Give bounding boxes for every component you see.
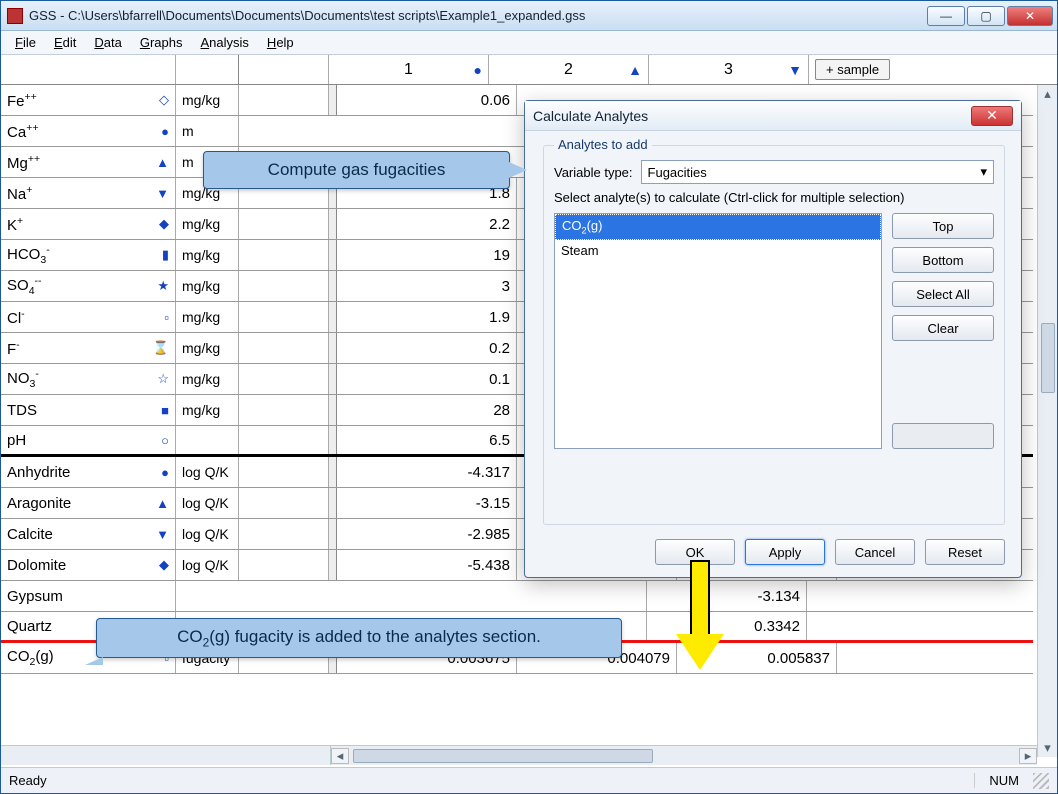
vertical-scrollbar[interactable]: ▴ ▾ (1037, 85, 1057, 757)
sample-sym-3: ▼ (788, 62, 802, 78)
status-num: NUM (974, 773, 1033, 788)
apply-button[interactable]: Apply (745, 539, 825, 565)
cancel-button[interactable]: Cancel (835, 539, 915, 565)
dialog-close-button[interactable]: ✕ (971, 106, 1013, 126)
row-name[interactable]: SO4--★ (1, 271, 176, 301)
sample-sym-2: ▲ (628, 62, 642, 78)
row-name[interactable]: Ca++● (1, 116, 176, 146)
bottom-button[interactable]: Bottom (892, 247, 994, 273)
callout-co2-added: CO2(g) fugacity is added to the analytes… (96, 618, 622, 658)
top-button[interactable]: Top (892, 213, 994, 239)
scroll-thumb[interactable] (1041, 323, 1055, 393)
column-header: 1● 2▲ 3▼ + sample (1, 55, 1057, 85)
sample-header-3[interactable]: 3▼ (649, 55, 809, 84)
scroll-left-icon[interactable]: ◂ (331, 748, 349, 764)
row-name[interactable]: TDS■ (1, 395, 176, 425)
row-name[interactable]: Anhydrite● (1, 457, 176, 487)
menu-graphs[interactable]: Graphs (132, 33, 191, 52)
row-name[interactable]: Cl-▫ (1, 302, 176, 332)
row-name[interactable]: F-⌛ (1, 333, 176, 363)
titlebar[interactable]: GSS - C:\Users\bfarrell\Documents\Docume… (1, 1, 1057, 31)
horizontal-scrollbar[interactable]: ◂ ▸ (1, 745, 1037, 765)
scroll-right-icon[interactable]: ▸ (1019, 748, 1037, 764)
window-title: GSS - C:\Users\bfarrell\Documents\Docume… (29, 8, 927, 23)
unit[interactable]: mg/kg (176, 85, 239, 115)
row-name[interactable]: Calcite▼ (1, 519, 176, 549)
maximize-button[interactable]: ▢ (967, 6, 1005, 26)
list-item[interactable]: CO2(g) (555, 214, 881, 240)
statusbar: Ready NUM (1, 767, 1057, 793)
select-instruction: Select analyte(s) to calculate (Ctrl-cli… (554, 190, 994, 205)
variable-type-label: Variable type: (554, 165, 633, 180)
menu-help[interactable]: Help (259, 33, 302, 52)
sample-sym-1: ● (474, 62, 482, 78)
minimize-button[interactable]: — (927, 6, 965, 26)
row-name[interactable]: Dolomite◆ (1, 550, 176, 580)
app-icon (7, 8, 23, 24)
menu-analysis[interactable]: Analysis (193, 33, 257, 52)
analytes-fieldset: Analytes to add Variable type: Fugacitie… (543, 145, 1005, 525)
row-name[interactable]: Fe++◇ (1, 85, 176, 115)
hscroll-thumb[interactable] (353, 749, 653, 763)
resize-grip-icon[interactable] (1033, 773, 1049, 789)
selectall-button[interactable]: Select All (892, 281, 994, 307)
window-buttons: — ▢ ✕ (927, 6, 1053, 26)
chevron-down-icon: ▾ (980, 164, 987, 180)
sample-header-1[interactable]: 1● (329, 55, 489, 84)
row-name[interactable]: pH○ (1, 426, 176, 454)
row-name[interactable]: Aragonite▲ (1, 488, 176, 518)
menu-data[interactable]: Data (86, 33, 129, 52)
add-sample-button[interactable]: + sample (815, 59, 890, 80)
status-text: Ready (9, 773, 47, 788)
clear-button[interactable]: Clear (892, 315, 994, 341)
reset-button[interactable]: Reset (925, 539, 1005, 565)
dialog-title: Calculate Analytes (533, 108, 648, 124)
row-name[interactable]: HCO3-▮ (1, 240, 176, 270)
row-name[interactable]: Mg++▲ (1, 147, 176, 177)
dialog-titlebar[interactable]: Calculate Analytes ✕ (525, 101, 1021, 131)
callout-compute-fugacities: Compute gas fugacities (203, 151, 510, 189)
scroll-up-icon[interactable]: ▴ (1038, 85, 1057, 103)
scroll-down-icon[interactable]: ▾ (1038, 739, 1057, 757)
menu-file[interactable]: File (7, 33, 44, 52)
list-item[interactable]: Steam (555, 240, 881, 261)
big-arrow-icon (680, 560, 720, 672)
close-button[interactable]: ✕ (1007, 6, 1053, 26)
row-name[interactable]: NO3-☆ (1, 364, 176, 394)
analyte-listbox[interactable]: CO2(g) Steam (554, 213, 882, 449)
cell[interactable]: 0.06 (337, 85, 517, 115)
calculate-analytes-dialog[interactable]: Calculate Analytes ✕ Analytes to add Var… (524, 100, 1022, 578)
row-name[interactable]: K+◆ (1, 209, 176, 239)
row-name[interactable]: Gypsum (1, 581, 176, 611)
menu-edit[interactable]: Edit (46, 33, 84, 52)
sample-header-2[interactable]: 2▲ (489, 55, 649, 84)
row-name[interactable]: Na+▼ (1, 178, 176, 208)
menubar[interactable]: File Edit Data Graphs Analysis Help (1, 31, 1057, 55)
fieldset-legend: Analytes to add (554, 137, 652, 152)
progress-indicator (892, 423, 994, 449)
variable-type-combo[interactable]: Fugacities ▾ (641, 160, 994, 184)
